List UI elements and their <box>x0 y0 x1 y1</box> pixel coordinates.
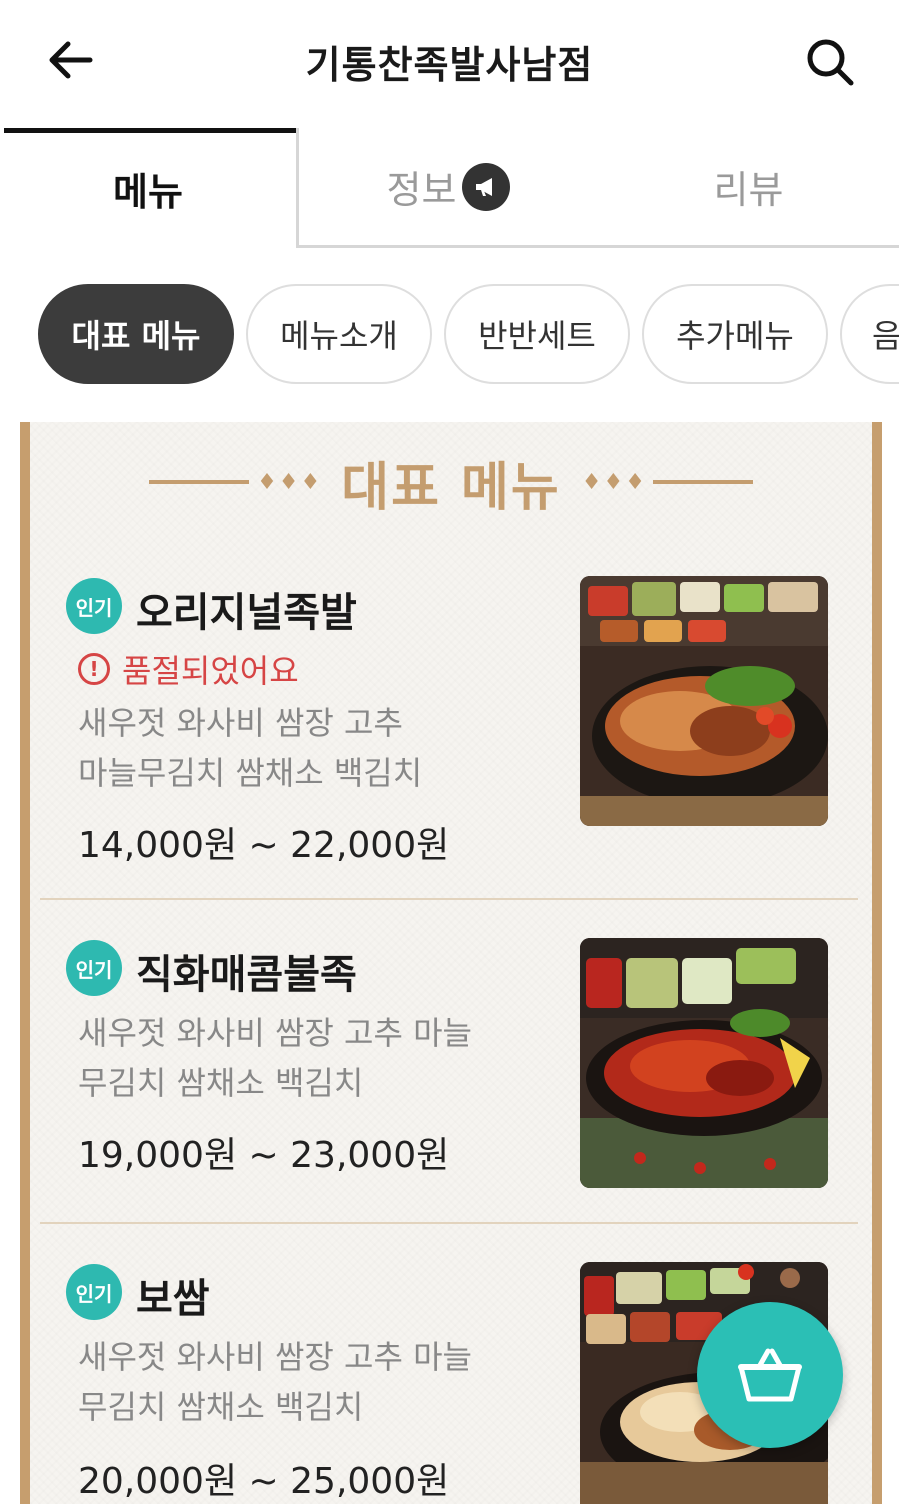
cart-button[interactable] <box>697 1302 843 1448</box>
tab-info-label: 정보 <box>386 168 457 212</box>
description-line: 새우젓 와사비 쌈장 고추 <box>78 704 403 742</box>
description-line: 무김치 쌈채소 백김치 <box>78 1064 364 1102</box>
description-line: 새우젓 와사비 쌈장 고추 마늘 <box>78 1014 472 1052</box>
basket-icon <box>738 1348 802 1402</box>
chip-signature-menu[interactable]: 대표 메뉴 <box>38 284 234 384</box>
menu-item-description: 새우젓 와사비 쌈장 고추 마늘 무김치 쌈채소 백김치 <box>78 1008 508 1108</box>
category-chip-bar: 대표 메뉴 메뉴소개 반반세트 추가메뉴 음 <box>0 284 899 388</box>
tab-menu-label: 메뉴 <box>113 169 183 214</box>
search-icon <box>807 39 854 86</box>
page-title: 기통찬족발사남점 <box>305 43 594 87</box>
menu-item-photo <box>580 576 828 826</box>
menu-item-photo <box>580 938 828 1188</box>
tab-bar: 메뉴 정보 리뷰 <box>0 128 899 248</box>
chip-label: 대표 메뉴 <box>71 317 201 355</box>
menu-item-name: 오리지널족발 <box>136 590 357 636</box>
item-divider <box>40 1222 858 1224</box>
popular-badge: 인기 <box>66 1264 122 1320</box>
megaphone-icon <box>462 162 511 211</box>
menu-item-name: 직화매콤불족 <box>136 952 357 998</box>
chip-extra-menu[interactable]: 추가메뉴 <box>642 284 828 384</box>
item-divider <box>40 898 858 900</box>
app-header: 기통찬족발사남점 <box>0 0 899 125</box>
alert-circle-icon: ! <box>78 653 110 685</box>
chip-label: 반반세트 <box>478 317 596 355</box>
heading-ornament-left: ♦ ♦ ♦ <box>149 470 321 495</box>
chip-menu-intro[interactable]: 메뉴소개 <box>246 284 432 384</box>
tab-info[interactable]: 정보 <box>299 128 598 248</box>
chip-half-set[interactable]: 반반세트 <box>444 284 630 384</box>
tab-menu[interactable]: 메뉴 <box>0 128 299 248</box>
board-heading: ♦ ♦ ♦ 대표 메뉴 ♦ ♦ ♦ <box>30 452 872 518</box>
chip-label: 음 <box>872 317 899 355</box>
description-line: 무김치 쌈채소 백김치 <box>78 1388 364 1426</box>
menu-item-description: 새우젓 와사비 쌈장 고추 마늘무김치 쌈채소 백김치 <box>78 698 508 798</box>
menu-item-name: 보쌈 <box>136 1276 210 1322</box>
soldout-text: 품절되었어요 <box>122 652 299 690</box>
chip-label: 추가메뉴 <box>676 317 794 355</box>
chip-label: 메뉴소개 <box>280 317 398 355</box>
description-line: 새우젓 와사비 쌈장 고추 마늘 <box>78 1338 472 1376</box>
popular-badge: 인기 <box>66 940 122 996</box>
tab-review[interactable]: 리뷰 <box>598 128 899 248</box>
popular-badge: 인기 <box>66 578 122 634</box>
heading-ornament-right: ♦ ♦ ♦ <box>581 470 753 495</box>
menu-item-price: 19,000원 ~ 23,000원 <box>78 1135 450 1176</box>
description-line: 마늘무김치 쌈채소 백김치 <box>78 754 423 792</box>
search-button[interactable] <box>798 30 862 94</box>
menu-item-description: 새우젓 와사비 쌈장 고추 마늘 무김치 쌈채소 백김치 <box>78 1332 508 1432</box>
menu-item-price: 20,000원 ~ 25,000원 <box>78 1461 450 1502</box>
tab-review-label: 리뷰 <box>713 168 784 212</box>
menu-item-price: 14,000원 ~ 22,000원 <box>78 825 450 866</box>
chip-drinks[interactable]: 음 <box>840 284 899 384</box>
board-title: 대표 메뉴 <box>341 457 561 518</box>
soldout-notice: ! 품절되었어요 <box>78 646 299 692</box>
